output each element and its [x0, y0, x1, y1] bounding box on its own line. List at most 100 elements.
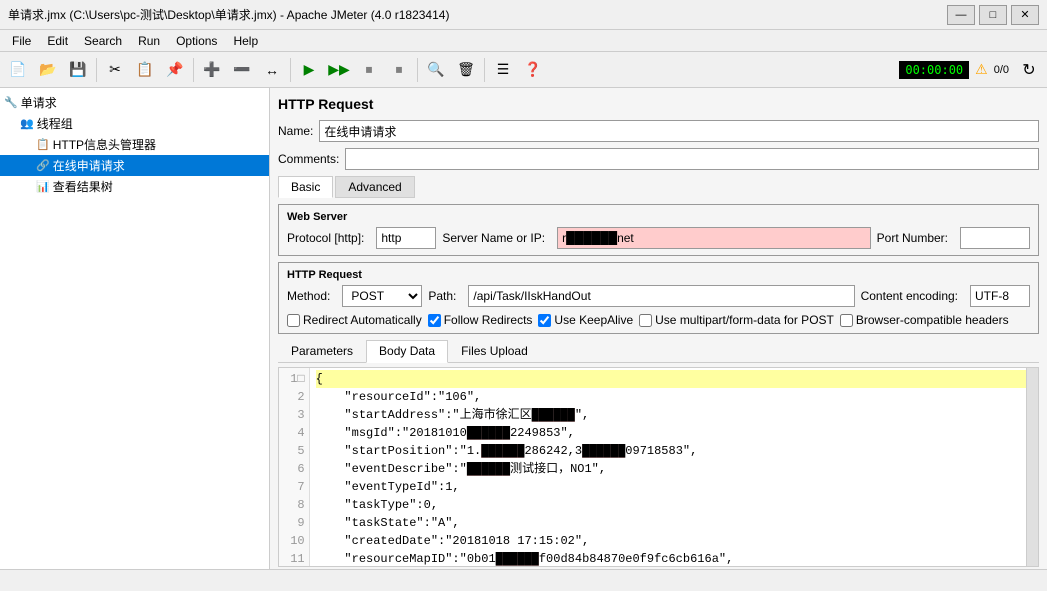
server-input[interactable] — [557, 227, 871, 249]
toggle-button[interactable]: ↔ — [258, 56, 286, 84]
code-lines: 1□ 2 3 4 5 6 7 8 9 10 11 12 13□ — [279, 368, 1038, 567]
code-editor[interactable]: 1□ 2 3 4 5 6 7 8 9 10 11 12 13□ — [278, 367, 1039, 567]
tree-item-label: 查看结果树 — [53, 178, 113, 195]
tree-item-http-header[interactable]: 📋 HTTP信息头管理器 — [0, 134, 269, 155]
menu-edit[interactable]: Edit — [39, 32, 76, 50]
web-server-group: Web Server Protocol [http]: Server Name … — [278, 204, 1039, 256]
list-button[interactable]: ☰ — [489, 56, 517, 84]
title-bar-controls: — □ ✕ — [947, 5, 1039, 25]
multipart-checkbox[interactable] — [639, 314, 652, 327]
close-button[interactable]: ✕ — [1011, 5, 1039, 25]
method-label: Method: — [287, 289, 330, 303]
browser-headers-checkbox[interactable] — [840, 314, 853, 327]
main-tab-bar: Basic Advanced — [278, 176, 1039, 198]
title-bar: 单请求.jmx (C:\Users\pc-测试\Desktop\单请求.jmx)… — [0, 0, 1047, 30]
tab-basic[interactable]: Basic — [278, 176, 333, 198]
line-num-1: 1□ — [283, 370, 305, 388]
online-request-icon: 🔗 — [36, 159, 50, 172]
code-line-2: "resourceId":"106", — [316, 388, 1032, 406]
menu-help[interactable]: Help — [225, 32, 266, 50]
run-all-button[interactable]: ▶▶ — [325, 56, 353, 84]
sub-tab-body-data[interactable]: Body Data — [366, 340, 448, 363]
tab-advanced[interactable]: Advanced — [335, 176, 414, 198]
title-bar-text: 单请求.jmx (C:\Users\pc-测试\Desktop\单请求.jmx)… — [8, 6, 449, 23]
sub-tab-files-upload[interactable]: Files Upload — [448, 340, 541, 362]
comments-field-row: Comments: — [278, 148, 1039, 170]
code-line-3: "startAddress":"上海市徐汇区██████", — [316, 406, 1032, 424]
toolbar-separator-3 — [290, 58, 291, 82]
line-num-8: 8 — [283, 496, 305, 514]
encoding-label: Content encoding: — [861, 289, 958, 303]
scrollbar[interactable] — [1026, 368, 1038, 566]
multipart-label: Use multipart/form-data for POST — [639, 313, 834, 327]
toolbar-timer-area: 00:00:00 ⚠ 0/0 ↻ — [899, 56, 1043, 84]
web-server-title: Web Server — [287, 211, 1030, 223]
tree-item-view-results[interactable]: 📊 查看结果树 — [0, 176, 269, 197]
path-label: Path: — [428, 289, 456, 303]
menu-file[interactable]: File — [4, 32, 39, 50]
line-num-4: 4 — [283, 424, 305, 442]
menu-bar: File Edit Search Run Options Help — [0, 30, 1047, 52]
tree-item-online-request[interactable]: 🔗 在线申请请求 — [0, 155, 269, 176]
redirect-auto-label: Redirect Automatically — [287, 313, 422, 327]
path-input[interactable] — [468, 285, 854, 307]
run-button[interactable]: ▶ — [295, 56, 323, 84]
copy-button[interactable]: 📋 — [131, 56, 159, 84]
line-num-3: 3 — [283, 406, 305, 424]
menu-run[interactable]: Run — [130, 32, 168, 50]
main-layout: 🔧 单请求 👥 线程组 📋 HTTP信息头管理器 🔗 在线申请请求 📊 查看结果… — [0, 88, 1047, 569]
form-title: HTTP Request — [278, 96, 1039, 112]
expand-button[interactable]: ➕ — [198, 56, 226, 84]
single-request-icon: 🔧 — [4, 96, 18, 109]
minimize-button[interactable]: — — [947, 5, 975, 25]
clear-button[interactable]: 🗑 — [452, 56, 480, 84]
comments-input[interactable] — [345, 148, 1039, 170]
comments-label: Comments: — [278, 152, 339, 166]
browse-button[interactable]: 🔍 — [422, 56, 450, 84]
tree-item-thread-group[interactable]: 👥 线程组 — [0, 113, 269, 134]
protocol-label: Protocol [http]: — [287, 231, 364, 245]
collapse-button[interactable]: ➖ — [228, 56, 256, 84]
follow-redirects-checkbox[interactable] — [428, 314, 441, 327]
line-num-9: 9 — [283, 514, 305, 532]
line-num-7: 7 — [283, 478, 305, 496]
sub-tab-parameters[interactable]: Parameters — [278, 340, 366, 362]
http-request-section-title: HTTP Request — [287, 269, 1030, 281]
tree-item-label: HTTP信息头管理器 — [53, 136, 156, 153]
port-input[interactable] — [960, 227, 1030, 249]
follow-redirects-label: Follow Redirects — [428, 313, 533, 327]
paste-button[interactable]: 📌 — [161, 56, 189, 84]
content-panel: HTTP Request Name: Comments: Basic Advan… — [270, 88, 1047, 569]
code-line-8: "taskType":0, — [316, 496, 1032, 514]
method-select[interactable]: POST GET PUT DELETE — [342, 285, 422, 307]
menu-options[interactable]: Options — [168, 32, 225, 50]
method-path-row: Method: POST GET PUT DELETE Path: Conten… — [287, 285, 1030, 307]
encoding-input[interactable] — [970, 285, 1030, 307]
http-header-icon: 📋 — [36, 138, 50, 151]
thread-group-icon: 👥 — [20, 117, 34, 130]
stop-button[interactable]: ⏹ — [355, 56, 383, 84]
cut-button[interactable]: ✂ — [101, 56, 129, 84]
tree-item-single-request[interactable]: 🔧 单请求 — [0, 92, 269, 113]
name-input[interactable] — [319, 120, 1039, 142]
code-line-10: "createdDate":"20181018 17:15:02", — [316, 532, 1032, 550]
toolbar-separator-5 — [484, 58, 485, 82]
toolbar-separator-2 — [193, 58, 194, 82]
save-button[interactable]: 💾 — [64, 56, 92, 84]
protocol-input[interactable] — [376, 227, 436, 249]
redirect-auto-checkbox[interactable] — [287, 314, 300, 327]
maximize-button[interactable]: □ — [979, 5, 1007, 25]
menu-search[interactable]: Search — [76, 32, 130, 50]
code-line-9: "taskState":"A", — [316, 514, 1032, 532]
code-line-5: "startPosition":"1.██████286242,3██████0… — [316, 442, 1032, 460]
server-label: Server Name or IP: — [442, 231, 545, 245]
name-field-row: Name: — [278, 120, 1039, 142]
code-content: { "resourceId":"106", "startAddress":"上海… — [310, 368, 1038, 567]
help-button[interactable]: ❓ — [519, 56, 547, 84]
stop-now-button[interactable]: ⏹ — [385, 56, 413, 84]
keep-alive-checkbox[interactable] — [538, 314, 551, 327]
new-button[interactable]: 📄 — [4, 56, 32, 84]
toolbar-separator-4 — [417, 58, 418, 82]
refresh-button[interactable]: ↻ — [1015, 56, 1043, 84]
open-button[interactable]: 📂 — [34, 56, 62, 84]
